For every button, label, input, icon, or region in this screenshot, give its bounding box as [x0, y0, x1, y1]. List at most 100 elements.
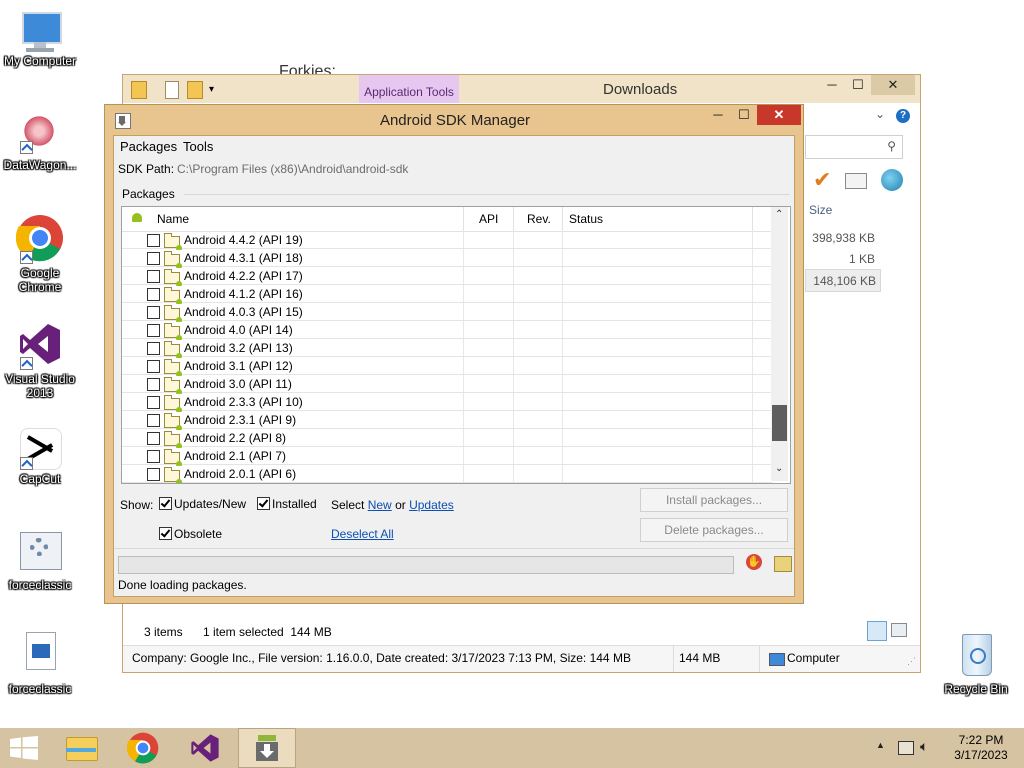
menu-tools[interactable]: Tools: [183, 139, 213, 154]
stop-hand-icon[interactable]: ✋: [746, 554, 762, 570]
packages-scrollbar[interactable]: ⌃ ⌄: [771, 207, 788, 481]
column-header-status[interactable]: Status: [569, 212, 603, 226]
search-icon[interactable]: ⚲: [887, 139, 896, 153]
package-checkbox[interactable]: [147, 270, 160, 283]
ribbon-expand-chevron-icon[interactable]: ⌄: [875, 107, 885, 121]
explorer-maximize-button[interactable]: ☐: [845, 75, 871, 95]
select-new-link[interactable]: New: [368, 498, 392, 512]
package-checkbox[interactable]: [147, 450, 160, 463]
install-packages-button[interactable]: Install packages...: [640, 488, 788, 512]
package-row[interactable]: Android 4.0.3 (API 15): [122, 303, 772, 322]
package-checkbox[interactable]: [147, 414, 160, 427]
deselect-all-link[interactable]: Deselect All: [331, 527, 394, 541]
email-icon[interactable]: [845, 173, 867, 189]
desktop-icon-my-computer[interactable]: My Computer: [0, 8, 80, 68]
package-row[interactable]: Android 2.2 (API 8): [122, 429, 772, 448]
taskbar-chrome[interactable]: [114, 728, 172, 768]
package-checkbox[interactable]: [147, 252, 160, 265]
obsolete-label[interactable]: Obsolete: [174, 527, 222, 541]
scroll-down-arrow-icon[interactable]: ⌄: [775, 463, 783, 474]
resize-grip-icon[interactable]: ⋰: [907, 656, 916, 667]
package-row[interactable]: Android 4.0 (API 14): [122, 321, 772, 340]
show-hidden-icons-button[interactable]: ▲: [876, 740, 885, 750]
details-text: Company: Google Inc., File version: 1.16…: [132, 651, 631, 665]
tab-application-tools[interactable]: Application Tools: [359, 75, 459, 103]
package-row[interactable]: Android 4.4.2 (API 19): [122, 231, 772, 250]
details-view-button[interactable]: [867, 621, 887, 641]
package-row[interactable]: Android 2.1 (API 7): [122, 447, 772, 466]
column-header-size[interactable]: Size: [809, 203, 832, 217]
installed-checkbox[interactable]: [257, 497, 270, 510]
undo-icon[interactable]: [165, 81, 179, 99]
menu-packages[interactable]: Packages: [120, 139, 177, 154]
clock[interactable]: 7:22 PM 3/17/2023: [944, 733, 1018, 763]
package-row[interactable]: Android 2.0.1 (API 6): [122, 465, 772, 483]
explorer-minimize-button[interactable]: ─: [819, 75, 845, 95]
package-checkbox[interactable]: [147, 234, 160, 247]
delete-packages-button[interactable]: Delete packages...: [640, 518, 788, 542]
new-folder-icon[interactable]: [187, 81, 203, 99]
desktop-icon-forceclassic-script[interactable]: forceclassic: [0, 630, 80, 696]
desktop-icon-label: My Computer: [3, 54, 77, 68]
show-label: Show:: [120, 498, 154, 512]
packages-table[interactable]: Name API Rev. Status Android 4.4.2 (API …: [121, 206, 791, 484]
large-icons-view-button[interactable]: [891, 623, 907, 637]
package-row[interactable]: Android 4.3.1 (API 18): [122, 249, 772, 268]
desktop-icon-recycle-bin[interactable]: Recycle Bin: [936, 630, 1016, 696]
package-checkbox[interactable]: [147, 342, 160, 355]
file-size-selected[interactable]: 148,106 KB: [805, 269, 881, 292]
package-checkbox[interactable]: [147, 360, 160, 373]
select-updates-link[interactable]: Updates: [409, 498, 454, 512]
package-row[interactable]: Android 3.0 (API 11): [122, 375, 772, 394]
package-checkbox[interactable]: [147, 288, 160, 301]
desktop-icon-capcut[interactable]: CapCut: [0, 426, 80, 486]
status-text: Done loading packages.: [118, 578, 247, 592]
desktop-icon-datawagon[interactable]: DataWagon...: [0, 112, 80, 172]
log-icon[interactable]: [774, 556, 792, 572]
taskbar-file-explorer[interactable]: [52, 728, 110, 768]
package-checkbox[interactable]: [147, 324, 160, 337]
help-icon[interactable]: ?: [896, 109, 910, 123]
package-row[interactable]: Android 4.1.2 (API 16): [122, 285, 772, 304]
obsolete-checkbox[interactable]: [159, 527, 172, 540]
sdk-manager-window[interactable]: Android SDK Manager ─ ☐ ✕ Packages Tools…: [104, 104, 804, 604]
properties-icon[interactable]: [131, 81, 147, 99]
desktop-icon-forceclassic-exe[interactable]: forceclassic: [0, 530, 80, 592]
search-box[interactable]: ⚲: [805, 135, 903, 159]
scroll-thumb[interactable]: [772, 405, 787, 441]
desktop-icon-chrome[interactable]: Google Chrome: [0, 214, 80, 294]
updates-new-checkbox[interactable]: [159, 497, 172, 510]
package-checkbox[interactable]: [147, 432, 160, 445]
package-checkbox[interactable]: [147, 396, 160, 409]
quick-access-toolbar[interactable]: ▾: [131, 81, 231, 99]
desktop-icon-visual-studio[interactable]: Visual Studio 2013: [0, 322, 80, 400]
package-row[interactable]: Android 4.2.2 (API 17): [122, 267, 772, 286]
package-row[interactable]: Android 3.1 (API 12): [122, 357, 772, 376]
scroll-up-arrow-icon[interactable]: ⌃: [775, 209, 783, 220]
desktop-icon-label: Recycle Bin: [944, 682, 1008, 696]
checkmark-icon[interactable]: ✔: [813, 169, 831, 191]
package-row[interactable]: Android 3.2 (API 13): [122, 339, 772, 358]
customize-toolbar-dropdown-icon[interactable]: ▾: [209, 84, 214, 95]
column-header-name[interactable]: Name: [157, 212, 189, 226]
volume-icon[interactable]: 🔈︎: [920, 738, 928, 755]
globe-icon[interactable]: [881, 169, 903, 191]
package-checkbox[interactable]: [147, 378, 160, 391]
column-header-rev[interactable]: Rev.: [527, 212, 551, 226]
sdk-maximize-button[interactable]: ☐: [731, 105, 757, 125]
explorer-titlebar[interactable]: ▾ Application Tools Downloads ─ ☐ ✕: [123, 75, 920, 103]
taskbar-sdk-manager[interactable]: [238, 728, 296, 768]
sdk-minimize-button[interactable]: ─: [705, 105, 731, 125]
package-row[interactable]: Android 2.3.3 (API 10): [122, 393, 772, 412]
taskbar-visual-studio[interactable]: [176, 728, 234, 768]
column-header-api[interactable]: API: [479, 212, 498, 226]
package-checkbox[interactable]: [147, 306, 160, 319]
installed-label[interactable]: Installed: [272, 497, 317, 511]
sdk-close-button[interactable]: ✕: [757, 105, 801, 125]
package-row[interactable]: Android 2.3.1 (API 9): [122, 411, 772, 430]
explorer-close-button[interactable]: ✕: [871, 75, 915, 95]
package-checkbox[interactable]: [147, 468, 160, 481]
updates-new-label[interactable]: Updates/New: [174, 497, 246, 511]
network-icon[interactable]: [898, 741, 914, 755]
start-button[interactable]: [0, 728, 48, 768]
